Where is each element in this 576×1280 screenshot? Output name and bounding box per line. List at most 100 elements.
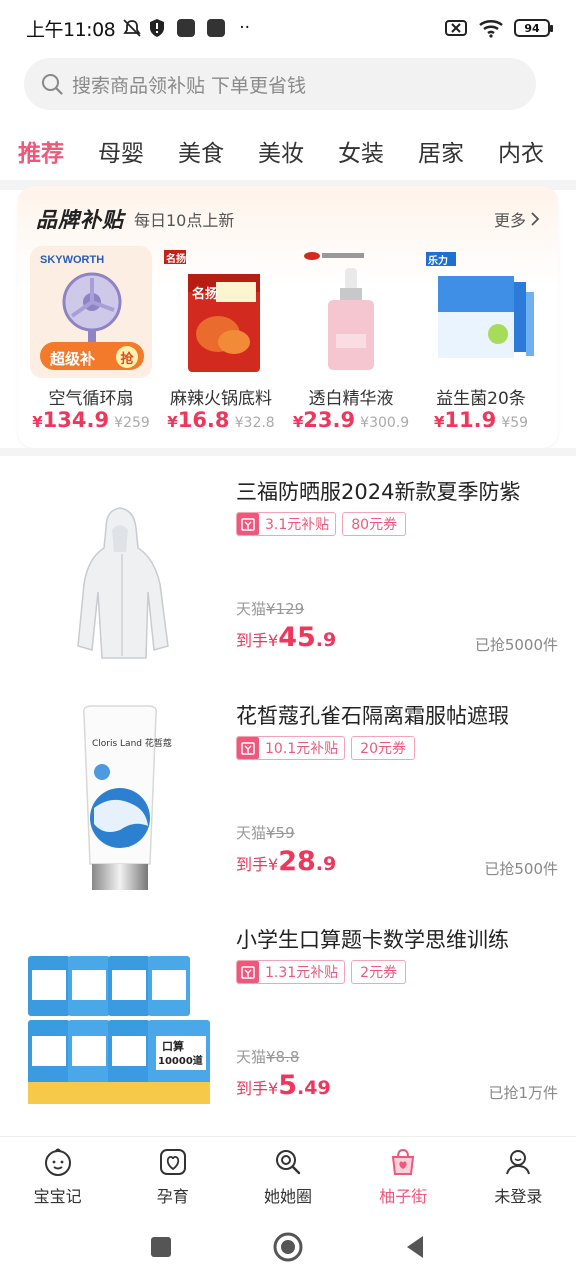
final-price: 到手¥5.49: [236, 1070, 331, 1101]
final-price-label: 到手: [236, 1079, 269, 1098]
more-link[interactable]: 更多: [494, 207, 540, 231]
product-image: Cloris Land 花皙蔻: [22, 698, 218, 894]
product-brand-text: Cloris Land 花皙蔻: [92, 739, 172, 749]
search-icon: [42, 74, 63, 95]
super-subsidy-badge: 超级补: [50, 350, 96, 368]
product-tags: 10.1元补贴 20元券: [236, 736, 415, 760]
home-button[interactable]: [273, 1232, 303, 1262]
nav-item-community[interactable]: 她她圈: [230, 1137, 345, 1214]
nav-item-profile[interactable]: 未登录: [461, 1137, 576, 1214]
final-price-int: 28: [278, 846, 316, 877]
product-image: [22, 474, 218, 670]
product-image: 名扬 名扬: [160, 246, 282, 378]
notification-icon: [177, 19, 196, 37]
battery-icon: 94: [514, 19, 553, 37]
nav-label: 柚子街: [379, 1187, 428, 1206]
product-tags: 3.1元补贴 80元券: [236, 512, 407, 536]
final-price-label: 到手: [236, 855, 269, 874]
search-bar[interactable]: 搜索商品领补贴 下单更省钱: [24, 58, 536, 110]
product-card[interactable]: 三福防晒服2024新款夏季防紫 3.1元补贴 80元券 天猫¥129 到手¥45…: [0, 456, 576, 680]
shield-icon: [149, 18, 165, 38]
back-button[interactable]: [403, 1234, 427, 1260]
price-value: 11.9: [444, 408, 497, 432]
price-value: 134.9: [42, 408, 110, 432]
product-price: ¥134.9 ¥259: [28, 408, 154, 432]
platform-label: 天猫: [236, 600, 267, 618]
tab-home[interactable]: 居家: [418, 122, 464, 168]
product-tags: 1.31元补贴 2元券: [236, 960, 407, 984]
original-price: 天猫¥8.8: [236, 1046, 299, 1067]
brand-logo: 乐力: [428, 256, 448, 267]
subsidy-tag: 1.31元补贴: [236, 960, 346, 984]
brand-logo: 名扬: [166, 254, 186, 265]
tab-mother-baby[interactable]: 母婴: [98, 122, 144, 168]
currency: ¥: [167, 413, 178, 431]
original-price-value: ¥8.8: [266, 1048, 300, 1066]
nav-item-pregnancy[interactable]: 孕育: [115, 1137, 230, 1214]
subsidy-tag: 10.1元补贴: [236, 736, 346, 760]
original-price: 天猫¥129: [236, 598, 304, 619]
currency: ¥: [268, 855, 279, 874]
product-card[interactable]: Cloris Land 花皙蔻 花皙蔻孔雀石隔离霜服帖遮瑕 10.1元补贴 20…: [0, 680, 576, 904]
search-circle-icon: [276, 1150, 301, 1175]
nav-label: 孕育: [156, 1187, 189, 1206]
more-label: 更多: [493, 211, 526, 230]
coupon-tag: 2元券: [351, 960, 407, 984]
currency: ¥: [32, 413, 43, 431]
sim-off-icon: [444, 19, 468, 37]
currency: ¥: [433, 413, 445, 431]
tab-recommend[interactable]: 推荐: [18, 122, 64, 168]
price-value: 23.9: [303, 408, 356, 432]
currency: ¥: [268, 631, 279, 650]
brand-product[interactable]: 乐力 益生菌20条 ¥11.9 ¥59: [418, 246, 548, 438]
brand-logo: SKYWORTH: [40, 254, 104, 266]
divider: [0, 448, 576, 456]
chevron-right-icon: [531, 212, 540, 226]
final-price-decimal: .9: [315, 629, 337, 651]
final-price-int: 45: [278, 622, 316, 653]
heart-leaf-icon: [159, 1149, 186, 1175]
search-placeholder: 搜索商品领补贴 下单更省钱: [72, 74, 307, 97]
nav-item-youzi-street[interactable]: 柚子街: [346, 1137, 461, 1214]
final-price-decimal: .9: [315, 853, 337, 875]
final-price-label: 到手: [236, 631, 269, 650]
subsidy-icon: [237, 961, 259, 983]
brand-product[interactable]: SKYWORTH 超级补 抢 空气循环扇 ¥134.9 ¥259: [28, 246, 158, 438]
tab-underwear[interactable]: 内衣: [498, 122, 544, 168]
wifi-icon: [478, 18, 504, 38]
shopping-bag-icon: [392, 1148, 415, 1175]
product-name: 麻辣火锅底料: [170, 389, 272, 409]
product-price: ¥16.8 ¥32.8: [158, 408, 284, 432]
product-image: SKYWORTH 超级补 抢: [30, 246, 152, 378]
platform-label: 天猫: [236, 824, 267, 842]
brand-product[interactable]: 名扬 名扬 麻辣火锅底料 ¥16.8 ¥32.8: [158, 246, 288, 438]
nav-label: 未登录: [494, 1187, 543, 1206]
original-price: 天猫¥59: [236, 822, 295, 843]
bottom-nav: 宝宝记 孕育 她她圈 柚子街 未登录: [0, 1136, 576, 1214]
product-name: 益生菌20条: [436, 389, 526, 409]
brand-subtitle: 每日10点上新: [134, 211, 235, 230]
coupon-tag: 20元券: [351, 736, 415, 760]
price-value: 16.8: [177, 408, 230, 432]
product-price: ¥11.9 ¥59: [418, 408, 544, 432]
status-time: 上午11:08: [26, 18, 116, 41]
tab-food[interactable]: 美食: [178, 122, 224, 168]
tab-beauty[interactable]: 美妆: [258, 122, 304, 168]
tab-women-clothing[interactable]: 女装: [338, 122, 384, 168]
original-price-value: ¥129: [266, 600, 305, 618]
currency: ¥: [292, 413, 304, 431]
recent-apps-button[interactable]: [149, 1235, 173, 1259]
brand-product[interactable]: 透白精华液 ¥23.9 ¥300.9: [288, 246, 418, 438]
final-price: 到手¥45.9: [236, 622, 336, 653]
subsidy-icon: [237, 513, 259, 535]
product-card[interactable]: 口算 10000道 小学生口算题卡数学思维训练 1.31元补贴 2元券 天猫¥8…: [0, 904, 576, 1128]
nav-item-baby-diary[interactable]: 宝宝记: [0, 1137, 115, 1214]
original-price: ¥59: [501, 415, 529, 431]
sold-count: 已抢500件: [484, 860, 558, 878]
brand-subsidy-card: 品牌补贴 每日10点上新 更多 SKYWORTH 超级补 抢 空气循环扇 ¥13…: [18, 186, 558, 448]
package-label: 名扬: [192, 287, 219, 302]
book-count-text: 10000道: [158, 1056, 203, 1067]
subsidy-tag: 3.1元补贴: [236, 512, 337, 536]
product-title: 三福防晒服2024新款夏季防紫: [236, 480, 521, 504]
original-price: ¥32.8: [234, 415, 275, 431]
